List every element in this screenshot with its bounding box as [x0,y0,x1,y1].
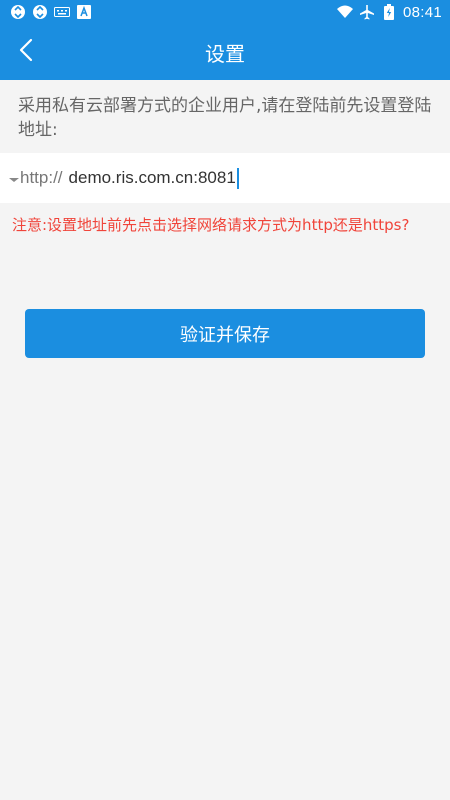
status-time: 08:41 [402,3,442,21]
protocol-select[interactable]: http:// [8,168,63,188]
protocol-text: http:// [20,168,63,187]
airplane-icon [359,4,375,20]
notice-text: 注意:设置地址前先点击选择网络请求方式为http还是https? [12,216,410,234]
intro-text: 采用私有云部署方式的企业用户,请在登陆前先设置登陆地址: [18,96,432,140]
a-icon [76,4,92,20]
server-url-value: demo.ris.com.cn:8081 [68,168,236,187]
status-left-icons [10,4,92,20]
wifi-icon [336,4,353,20]
status-right-icons: 08:41 [336,3,442,21]
text-cursor [236,167,239,189]
page-title: 设置 [205,41,245,66]
status-bar: 08:41 [0,0,450,24]
back-button[interactable] [10,36,42,68]
verify-save-button[interactable]: 验证并保存 [25,309,425,358]
server-url-input[interactable]: demo.ris.com.cn:8081 [68,167,239,189]
app-bar: 设置 [0,24,450,80]
sync-icon [32,4,48,20]
sync-icon [10,4,26,20]
chevron-left-icon [19,38,33,66]
keyboard-icon [54,4,70,20]
caret-down-icon [8,169,20,188]
battery-icon [381,4,397,20]
url-row: http:// demo.ris.com.cn:8081 [0,153,450,203]
